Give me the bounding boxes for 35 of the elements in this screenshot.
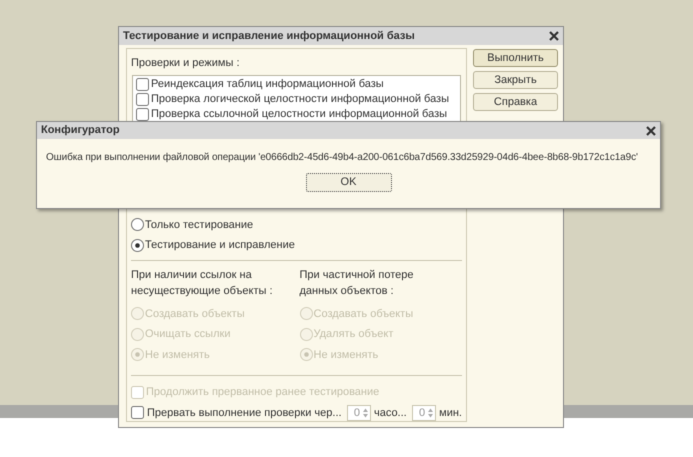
checkbox[interactable] bbox=[131, 406, 144, 420]
check-label: Реиндексация таблиц информационной базы bbox=[151, 76, 384, 92]
checkbox[interactable] bbox=[136, 108, 149, 120]
checkbox[interactable] bbox=[136, 78, 149, 90]
window-title: Тестирование и исправление информационной базы bbox=[123, 28, 415, 44]
option-label: Только тестирование bbox=[145, 218, 254, 232]
group-heading: При наличии ссылок на несуществующие объекты : bbox=[131, 268, 274, 298]
check-label: Проверка логической целостности информационной базы bbox=[151, 92, 450, 107]
checkbox[interactable] bbox=[136, 92, 149, 106]
close-icon[interactable] bbox=[646, 126, 656, 136]
option-label: Очищать ссылки bbox=[145, 327, 230, 342]
option-label: Удалять объект bbox=[314, 327, 394, 342]
option-label: Создавать объекты bbox=[145, 306, 245, 322]
group-label: Проверки и режимы : bbox=[131, 56, 241, 71]
spinner-arrows-icon[interactable] bbox=[362, 406, 369, 419]
check-label: Продолжить прерванное ранее тестирование bbox=[146, 385, 380, 400]
check-label: Прервать выполнение проверки чер... bbox=[147, 406, 342, 420]
radio-button[interactable] bbox=[131, 218, 144, 232]
check-label: Проверка ссылочной целостности информационной базы bbox=[151, 106, 448, 122]
dialog-button[interactable]: Выполнить bbox=[473, 49, 558, 67]
close-icon[interactable] bbox=[549, 31, 559, 41]
dialog-button[interactable]: Закрыть bbox=[473, 71, 558, 89]
group-heading: При частичной потере данных объектов : bbox=[300, 268, 414, 298]
option-label: Не изменять bbox=[145, 348, 210, 362]
window-title: Конфигуратор bbox=[41, 123, 120, 138]
spinner-arrows-icon[interactable] bbox=[427, 406, 434, 419]
dialog-button[interactable]: Справка bbox=[473, 93, 558, 111]
option-label: Создавать объекты bbox=[314, 306, 414, 322]
option-label: Тестирование и исправление bbox=[145, 238, 295, 253]
option-label: Не изменять bbox=[314, 348, 378, 362]
error-message: Ошибка при выполнении файловой операции 'e0666db2-45d6-49b4-a200-061c6ba7d569.33d25929-04d6-4bee-8b68-9b172c1c1a9c' bbox=[46, 151, 638, 165]
ok-button[interactable]: OK bbox=[306, 173, 392, 192]
unit-label: мин. bbox=[439, 406, 462, 420]
radio-button[interactable] bbox=[131, 238, 144, 252]
unit-label: часо... bbox=[374, 406, 407, 420]
